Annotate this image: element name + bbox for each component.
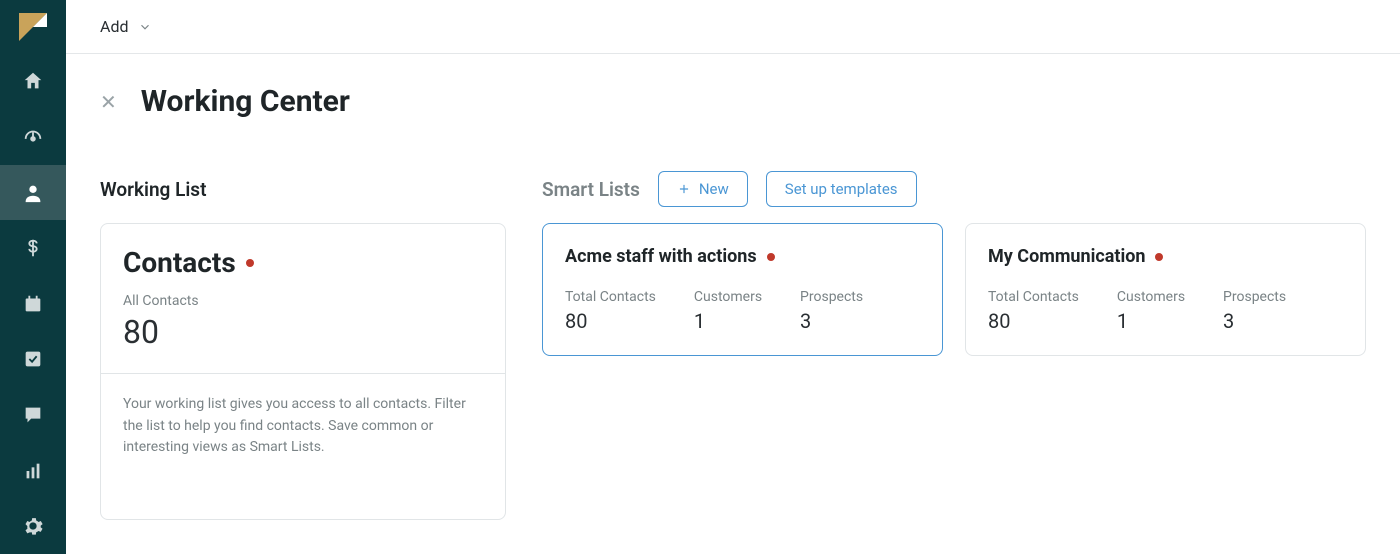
page-header: ✕ Working Center xyxy=(100,84,1366,119)
smart-lists-header: Smart Lists New Set up templates xyxy=(542,171,1366,207)
status-dot xyxy=(767,253,775,261)
chat-icon[interactable] xyxy=(0,387,66,443)
gauge-icon[interactable] xyxy=(0,109,66,165)
working-list-header: Working List xyxy=(100,171,506,207)
stats-row: Total Contacts 80 Customers 1 Prospects … xyxy=(565,289,920,333)
stat: Customers 1 xyxy=(1117,289,1185,333)
stat-label: Total Contacts xyxy=(988,289,1079,305)
contacts-count: 80 xyxy=(123,313,483,351)
check-icon[interactable] xyxy=(0,332,66,388)
new-button-label: New xyxy=(699,180,729,198)
main: Add ✕ Working Center Working List Contac… xyxy=(66,0,1400,554)
smart-cards-row: Acme staff with actions Total Contacts 8… xyxy=(542,223,1366,356)
gear-icon[interactable] xyxy=(0,498,66,554)
plus-icon xyxy=(677,182,691,196)
stat-value: 1 xyxy=(694,309,762,333)
logo xyxy=(0,0,66,54)
add-label: Add xyxy=(100,17,128,36)
smart-lists-title: Smart Lists xyxy=(542,178,640,201)
stat: Total Contacts 80 xyxy=(988,289,1079,333)
columns: Working List Contacts All Contacts 80 Yo… xyxy=(100,171,1366,520)
bars-icon[interactable] xyxy=(0,443,66,499)
working-list-title: Working List xyxy=(100,178,206,201)
stat-label: Customers xyxy=(1117,289,1185,305)
add-button[interactable]: Add xyxy=(100,17,152,36)
stat-label: Prospects xyxy=(800,289,863,305)
setup-templates-button[interactable]: Set up templates xyxy=(766,171,917,207)
contacts-card-title: Contacts xyxy=(123,246,236,279)
stats-row: Total Contacts 80 Customers 1 Prospects … xyxy=(988,289,1343,333)
stat-label: Total Contacts xyxy=(565,289,656,305)
stat-value: 3 xyxy=(800,309,863,333)
smart-card-title: Acme staff with actions xyxy=(565,246,757,267)
calendar-icon[interactable] xyxy=(0,276,66,332)
stat-value: 3 xyxy=(1223,309,1286,333)
stat: Total Contacts 80 xyxy=(565,289,656,333)
stat: Prospects 3 xyxy=(800,289,863,333)
stat: Prospects 3 xyxy=(1223,289,1286,333)
home-icon[interactable] xyxy=(0,54,66,110)
status-dot xyxy=(246,259,254,267)
contacts-card[interactable]: Contacts All Contacts 80 Your working li… xyxy=(100,223,506,520)
stat-value: 80 xyxy=(988,309,1079,333)
person-icon[interactable] xyxy=(0,165,66,221)
topbar: Add xyxy=(66,0,1400,54)
smart-card-acme[interactable]: Acme staff with actions Total Contacts 8… xyxy=(542,223,943,356)
dollar-icon[interactable] xyxy=(0,220,66,276)
stat-label: Customers xyxy=(694,289,762,305)
working-list-column: Working List Contacts All Contacts 80 Yo… xyxy=(100,171,506,520)
chevron-down-icon xyxy=(138,20,152,34)
smart-card-communication[interactable]: My Communication Total Contacts 80 Custo… xyxy=(965,223,1366,356)
all-contacts-label: All Contacts xyxy=(123,293,483,309)
close-icon[interactable]: ✕ xyxy=(100,92,117,112)
stat-label: Prospects xyxy=(1223,289,1286,305)
new-button[interactable]: New xyxy=(658,171,748,207)
content: ✕ Working Center Working List Contacts A… xyxy=(66,54,1400,520)
setup-templates-label: Set up templates xyxy=(785,180,898,198)
stat-value: 80 xyxy=(565,309,656,333)
sidebar xyxy=(0,0,66,554)
status-dot xyxy=(1155,253,1163,261)
stat-value: 1 xyxy=(1117,309,1185,333)
smart-card-title: My Communication xyxy=(988,246,1145,267)
stat: Customers 1 xyxy=(694,289,762,333)
smart-lists-column: Smart Lists New Set up templates Acme st… xyxy=(542,171,1366,356)
contacts-help-text: Your working list gives you access to al… xyxy=(101,374,505,519)
page-title: Working Center xyxy=(141,84,350,119)
